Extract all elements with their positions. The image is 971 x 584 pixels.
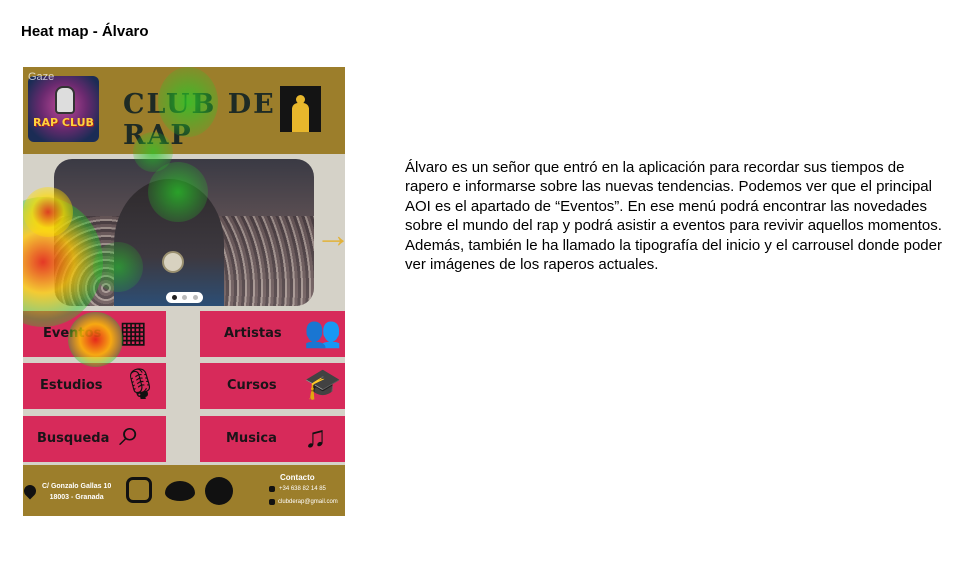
medal-image bbox=[162, 251, 184, 273]
menu-label: Cursos bbox=[227, 378, 277, 393]
heatmap-description: Álvaro es un señor que entró en la aplic… bbox=[405, 159, 942, 274]
search-icon: ⌕ bbox=[119, 412, 141, 454]
rapper-image bbox=[114, 179, 224, 306]
address-line-1: C/ Gonzalo Gallas 10 bbox=[42, 483, 112, 490]
graduation-cap-icon: 🎓 bbox=[304, 368, 342, 401]
logo-text: RAP CLUB bbox=[33, 116, 94, 129]
app-screenshot: RAP CLUB CLUB DE RAP → Eventos ▦ Artista… bbox=[23, 67, 345, 516]
slide-title: Heat map - Álvaro bbox=[21, 23, 149, 40]
carousel-dot-3[interactable] bbox=[192, 295, 198, 300]
microphone-logo-icon bbox=[55, 86, 75, 114]
menu-tile-estudios[interactable]: Estudios 🎙 bbox=[23, 363, 166, 409]
carousel-dots[interactable] bbox=[166, 292, 203, 303]
carousel-dot-2[interactable] bbox=[182, 295, 187, 300]
footer-address: C/ Gonzalo Gallas 10 18003 - Granada bbox=[42, 481, 111, 503]
menu-tile-musica[interactable]: Musica ♫ bbox=[200, 416, 345, 462]
menu-tile-busqueda[interactable]: Busqueda ⌕ bbox=[23, 412, 166, 462]
gaze-label: Gaze bbox=[28, 71, 55, 83]
twitter-icon[interactable] bbox=[165, 481, 195, 501]
rapper-body bbox=[292, 103, 309, 132]
contact-phone[interactable]: +34 638 82 14 85 bbox=[279, 486, 326, 492]
arrow-right-icon[interactable]: → bbox=[315, 217, 345, 253]
menu-label: Eventos bbox=[43, 326, 102, 341]
microphone-icon: 🎙 bbox=[121, 368, 160, 401]
menu-label: Estudios bbox=[40, 378, 103, 393]
carousel-dot-1[interactable] bbox=[171, 295, 177, 300]
users-icon: 👥 bbox=[304, 316, 342, 349]
image-carousel[interactable] bbox=[54, 159, 314, 306]
menu-tile-cursos[interactable]: Cursos 🎓 bbox=[200, 363, 345, 409]
location-pin-icon bbox=[23, 482, 39, 500]
menu-label: Musica bbox=[226, 431, 277, 446]
rapper-silhouette-icon[interactable] bbox=[280, 86, 321, 132]
phone-icon bbox=[269, 486, 275, 492]
music-note-icon: ♫ bbox=[304, 421, 327, 454]
calendar-icon: ▦ bbox=[119, 316, 148, 349]
menu-tile-eventos[interactable]: Eventos ▦ bbox=[23, 311, 166, 357]
menu-label: Artistas bbox=[224, 326, 282, 341]
menu-label: Busqueda bbox=[37, 431, 110, 446]
rap-club-logo[interactable]: RAP CLUB bbox=[28, 76, 99, 142]
email-icon bbox=[269, 499, 275, 505]
app-header: RAP CLUB CLUB DE RAP bbox=[23, 67, 345, 154]
address-line-2: 18003 - Granada bbox=[49, 494, 104, 501]
instagram-icon[interactable] bbox=[126, 477, 152, 503]
facebook-icon[interactable] bbox=[205, 477, 233, 505]
menu-tile-artistas[interactable]: Artistas 👥 bbox=[200, 311, 345, 357]
contact-email[interactable]: clubderap@gmail.com bbox=[278, 499, 338, 505]
app-footer: C/ Gonzalo Gallas 10 18003 - Granada Con… bbox=[23, 465, 345, 516]
contact-title: Contacto bbox=[280, 473, 315, 482]
